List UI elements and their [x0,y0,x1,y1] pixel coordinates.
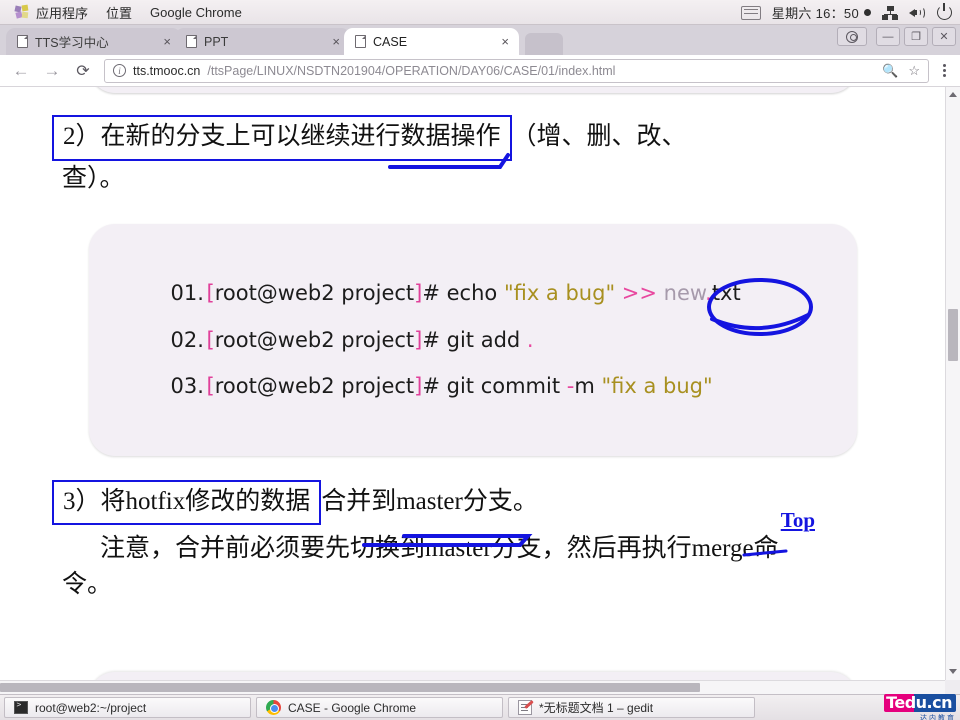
power-icon[interactable] [937,3,952,20]
taskbar-item-label: CASE - Google Chrome [288,700,417,715]
vertical-scrollbar-thumb[interactable] [948,309,958,361]
keyboard-icon[interactable] [740,5,761,20]
code-line: 03. [root@web2 project]# git commit -m "… [89,363,857,410]
tedu-logo-main: Tedu.cn [884,693,956,712]
window-controls: — ❐ ✕ [837,27,956,46]
taskbar-item-label: *无标题文档 1 – gedit [539,701,654,715]
bottom-taskbar: root@web2:~/project CASE - Google Chrome… [0,693,960,720]
system-bar-menus: 应用程序 位置 Google Chrome [0,1,251,24]
system-clock-label: 星期六 16：50 [771,6,859,21]
tab-close-icon[interactable]: × [499,35,511,48]
top-link[interactable]: Top [781,506,815,536]
section-3-paragraph: 3）将hotfix修改的数据 合并到master分支。 Top 注意，合并前必须要… [0,456,945,603]
tedu-logo-sub: 达内教育 [920,714,956,720]
page-icon [17,35,28,48]
code-block-above-partial [88,87,857,93]
section-3-rest-text: 合并到master分支。 [321,487,538,515]
tab-ppt[interactable]: PPT × [175,28,350,55]
taskbar-item-label: root@web2:~/project [35,700,147,715]
maximize-button[interactable]: ❐ [904,27,928,46]
terminal-icon [14,700,28,714]
gedit-icon [518,700,532,715]
profile-avatar-button[interactable] [837,27,867,46]
scroll-down-arrow-icon[interactable] [946,664,960,679]
section-2-rest-text: （增、删、改、 [511,123,687,150]
address-bar[interactable]: i tts.tmooc.cn/ttsPage/LINUX/NSDTN201904… [104,58,929,83]
tab-title: PPT [204,34,229,49]
code-lines: 01. [root@web2 project]# echo "fix a bug… [89,224,857,456]
code-line-content: [root@web2 project]# echo "fix a bug" >>… [206,281,741,305]
search-zoom-icon[interactable]: 🔍 [882,63,898,79]
code-line: 01. [root@web2 project]# echo "fix a bug… [89,270,857,317]
omnibox-actions: 🔍 ☆ [882,63,920,79]
system-clock[interactable]: 星期六 16：50 [772,3,871,22]
recording-indicator-icon [864,9,871,16]
code-line-number: 01. [170,281,204,305]
avatar-icon [846,30,858,43]
scrollbar-corner [945,680,960,694]
code-block: 01. [root@web2 project]# echo "fix a bug… [88,224,857,456]
tab-case[interactable]: CASE × [344,28,519,55]
chrome-icon [266,700,281,715]
network-icon[interactable] [882,5,898,20]
url-path: /ttsPage/LINUX/NSDTN201904/OPERATION/DAY… [207,63,616,78]
horizontal-scrollbar[interactable] [0,680,945,694]
tab-strip: TTS学习中心 × PPT × CASE × — ❐ ✕ [0,25,960,55]
section-3-note-line-1: 注意，合并前必须要先切换到master分支，然后再执行merge命 [100,535,779,563]
section-2-second-line: 查）。 [62,164,125,192]
tab-title: CASE [373,34,408,49]
places-menu[interactable]: 位置 [97,1,141,24]
page-icon [186,35,197,48]
taskbar-item-terminal[interactable]: root@web2:~/project [4,697,251,718]
url-host: tts.tmooc.cn [133,63,201,78]
code-line-number: 02. [170,327,204,352]
forward-button[interactable]: → [39,58,65,84]
info-circle-icon[interactable]: i [113,64,126,77]
applications-icon [14,4,30,19]
scroll-up-arrow-icon[interactable] [946,87,960,102]
browser-toolbar: ← → ⟳ i tts.tmooc.cn/ttsPage/LINUX/NSDTN… [0,55,960,87]
three-dots-menu-icon[interactable] [937,63,952,78]
code-line-number: 03. [170,374,204,399]
star-icon[interactable]: ☆ [908,63,920,79]
section-3-boxed-text: 3）将hotfix修改的数据 [52,479,322,526]
tab-close-icon[interactable]: × [330,35,342,48]
vertical-scrollbar[interactable] [945,87,960,694]
reload-button[interactable]: ⟳ [70,58,96,84]
system-top-bar: 应用程序 位置 Google Chrome 星期六 16：50 [0,0,960,25]
tab-tts-learning-center[interactable]: TTS学习中心 × [6,28,181,55]
chrome-window: TTS学习中心 × PPT × CASE × — ❐ ✕ ← → ⟳ i tts… [0,25,960,694]
taskbar-item-gedit[interactable]: *无标题文档 1 – gedit [508,697,755,718]
code-line-content: [root@web2 project]# git commit -m "fix … [206,374,713,399]
code-line: 02. [root@web2 project]# git add . [89,317,857,364]
code-line-content: [root@web2 project]# git add . [206,327,534,352]
section-2-paragraph: 2）在新的分支上可以继续进行数据操作 （增、删、改、 查）。 [0,87,945,196]
section-3-note-line-2: 令。 [62,570,113,598]
new-tab-button[interactable] [525,33,563,55]
tab-title: TTS学习中心 [35,36,109,50]
minimize-button[interactable]: — [876,27,900,46]
active-application-label[interactable]: Google Chrome [141,3,251,22]
applications-menu-label: 应用程序 [36,5,89,21]
page-content: 2）在新的分支上可以继续进行数据操作 （增、删、改、 查）。 01. [root@… [0,87,945,694]
volume-icon[interactable] [909,5,926,20]
back-button[interactable]: ← [8,58,34,84]
close-button[interactable]: ✕ [932,27,956,46]
tab-close-icon[interactable]: × [161,35,173,48]
horizontal-scrollbar-thumb[interactable] [0,683,700,692]
applications-menu[interactable]: 应用程序 [6,1,97,24]
taskbar-item-chrome[interactable]: CASE - Google Chrome [256,697,503,718]
page-viewport: 2）在新的分支上可以继续进行数据操作 （增、删、改、 查）。 01. [root@… [0,87,960,694]
tedu-logo: Tedu.cn 达内教育 [884,693,956,720]
system-bar-status-area: 星期六 16：50 [740,0,952,25]
section-2-boxed-text: 2）在新的分支上可以继续进行数据操作 [52,115,512,161]
page-icon [355,35,366,48]
